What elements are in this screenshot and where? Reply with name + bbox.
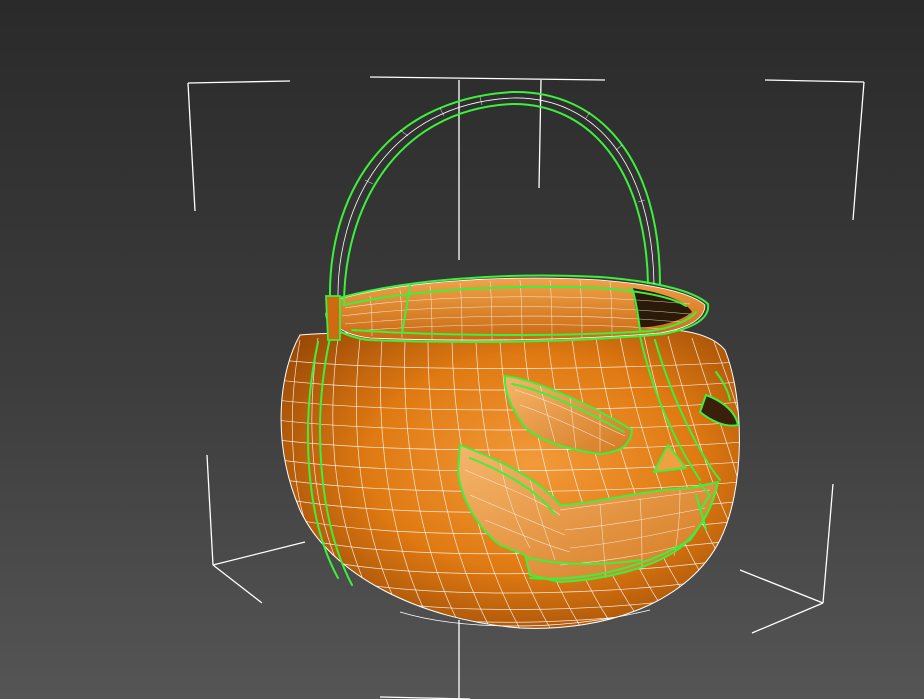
selection-bracket-bottom-center (379, 620, 471, 699)
viewport-3d[interactable] (0, 0, 924, 699)
viewport-scene[interactable] (0, 0, 924, 699)
pumpkin-rim[interactable] (325, 274, 710, 343)
selection-bracket-bottom-right (739, 483, 834, 634)
selection-bracket-top-center (369, 76, 606, 260)
selection-bracket-top-right (764, 79, 865, 221)
selection-bracket-top-left (187, 80, 291, 212)
